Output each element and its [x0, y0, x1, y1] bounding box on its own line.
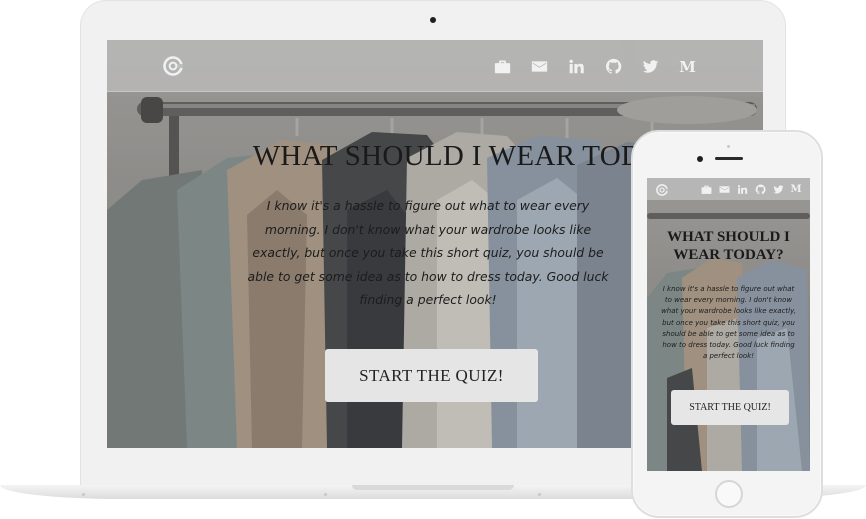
laptop-foot	[324, 493, 327, 496]
social-links: M	[700, 183, 802, 195]
phone-home-button[interactable]	[715, 480, 743, 508]
top-navbar: M	[107, 40, 763, 92]
github-icon[interactable]	[604, 57, 623, 76]
start-quiz-button[interactable]: START THE QUIZ!	[325, 349, 538, 402]
briefcase-icon[interactable]	[493, 57, 512, 76]
start-quiz-button[interactable]: START THE QUIZ!	[671, 390, 789, 425]
intro-text: I know it's a hassle to figure out what …	[661, 285, 796, 361]
phone-speaker	[715, 157, 743, 160]
laptop-foot	[538, 493, 541, 496]
page-title: WHAT SHOULD I WEAR TODAY?	[667, 229, 790, 263]
phone-screen: M WHAT SHOULD I WEAR TODAY? I know it's …	[647, 178, 810, 471]
laptop-hinge-notch	[352, 485, 514, 490]
laptop-camera	[430, 17, 436, 23]
logo-c-icon[interactable]	[163, 56, 183, 76]
intro-text: I know it's a hassle to figure out what …	[247, 198, 609, 307]
top-navbar: M	[647, 178, 810, 200]
phone-sensor	[727, 145, 730, 148]
briefcase-icon[interactable]	[700, 183, 712, 195]
envelope-icon[interactable]	[530, 57, 549, 76]
medium-icon[interactable]: M	[790, 183, 802, 195]
twitter-icon[interactable]	[641, 57, 660, 76]
laptop-foot	[82, 493, 85, 496]
envelope-icon[interactable]	[718, 183, 730, 195]
linkedin-icon[interactable]	[567, 57, 586, 76]
phone-camera	[697, 156, 703, 162]
logo-c-icon[interactable]	[656, 183, 668, 196]
twitter-icon[interactable]	[772, 183, 784, 195]
linkedin-icon[interactable]	[736, 183, 748, 195]
medium-icon[interactable]: M	[678, 57, 697, 76]
github-icon[interactable]	[754, 183, 766, 195]
social-links: M	[493, 57, 697, 76]
